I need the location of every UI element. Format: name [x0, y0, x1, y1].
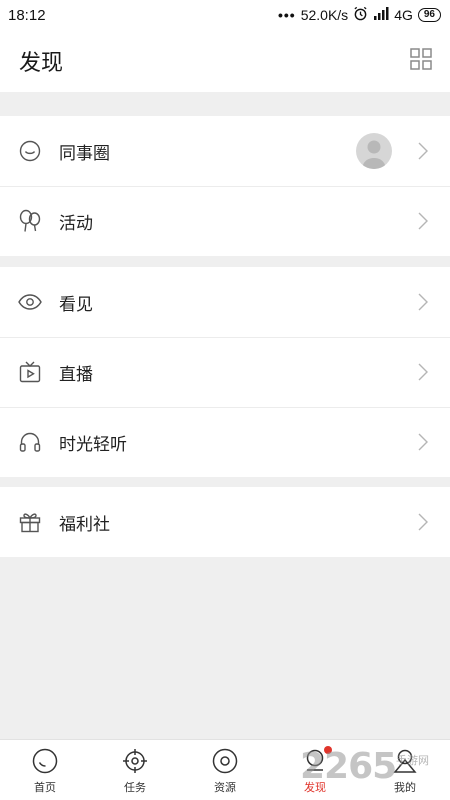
tab-home[interactable]: 首页 [0, 740, 90, 800]
tv-play-icon [18, 360, 42, 384]
home-icon [32, 748, 58, 774]
chat-bubble-icon [18, 139, 42, 163]
list-item-label: 时光轻听 [59, 434, 127, 454]
battery-indicator: 96 [417, 8, 441, 22]
list-item-label: 活动 [59, 213, 93, 233]
chevron-right-icon [418, 293, 428, 316]
tab-label: 我的 [394, 782, 416, 794]
list-item-welfare[interactable]: 福利社 [0, 487, 450, 557]
list-item-see[interactable]: 看见 [0, 267, 450, 337]
tab-resources[interactable]: 资源 [180, 740, 270, 800]
list-item-label: 同事圈 [59, 143, 110, 163]
list-item-light-listen[interactable]: 时光轻听 [0, 407, 450, 477]
chevron-right-icon [418, 513, 428, 536]
section-welfare: 福利社 [0, 487, 450, 557]
watermark-text: 手游网 [396, 755, 429, 767]
page-title: 发现 [19, 50, 64, 75]
avatar [356, 133, 392, 169]
network-speed: 52.0K/s [300, 7, 349, 23]
disc-icon [212, 748, 238, 774]
tab-task[interactable]: 任务 [90, 740, 180, 800]
eye-icon [18, 290, 42, 314]
headphones-icon [18, 430, 42, 454]
status-time: 18:12 [8, 6, 46, 24]
alarm-icon [353, 6, 368, 24]
signal-icon [373, 6, 389, 24]
chevron-right-icon [418, 363, 428, 386]
section-media: 看见 直播 时光轻听 [0, 267, 450, 477]
page-header: 发现 [0, 30, 450, 92]
grid-icon[interactable] [410, 47, 432, 75]
list-item-label: 直播 [59, 364, 93, 384]
status-indicators: ••• 52.0K/s 4G 96 [278, 6, 441, 24]
chevron-right-icon [418, 212, 428, 235]
network-type: 4G [394, 7, 413, 23]
tab-label: 首页 [34, 782, 56, 794]
tab-label: 资源 [214, 782, 236, 794]
list-item-live[interactable]: 直播 [0, 337, 450, 407]
chevron-right-icon [418, 142, 428, 165]
watermark-logo: 2265 [300, 746, 397, 787]
list-item-label: 看见 [59, 294, 93, 314]
chevron-right-icon [418, 433, 428, 456]
list-item-colleague-circle[interactable]: 同事圈 [0, 116, 450, 186]
tab-label: 任务 [124, 782, 146, 794]
gift-icon [18, 510, 42, 534]
status-bar: 18:12 ••• 52.0K/s 4G 96 [0, 0, 450, 30]
more-dots: ••• [277, 7, 296, 23]
list-item-label: 福利社 [59, 514, 110, 534]
section-social: 同事圈 活动 [0, 116, 450, 256]
target-icon [122, 748, 148, 774]
balloons-icon [18, 209, 42, 233]
list-item-activity[interactable]: 活动 [0, 186, 450, 256]
